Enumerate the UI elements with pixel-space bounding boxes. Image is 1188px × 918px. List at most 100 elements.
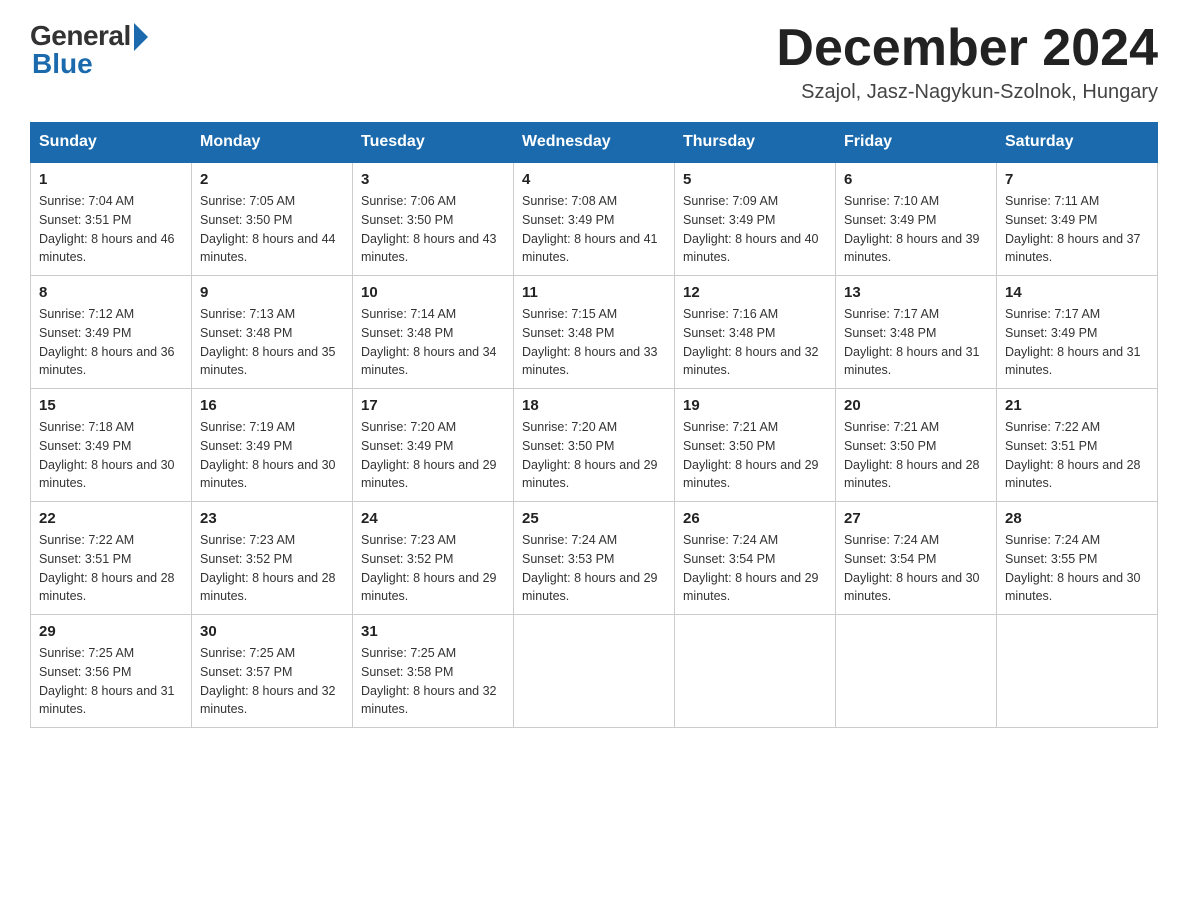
calendar-cell: 25 Sunrise: 7:24 AMSunset: 3:53 PMDayligh…	[514, 502, 675, 615]
calendar-cell: 19 Sunrise: 7:21 AMSunset: 3:50 PMDayligh…	[675, 389, 836, 502]
day-number: 5	[683, 171, 827, 188]
calendar-header-wednesday: Wednesday	[514, 123, 675, 163]
calendar-cell: 28 Sunrise: 7:24 AMSunset: 3:55 PMDayligh…	[997, 502, 1158, 615]
calendar-week-row: 29 Sunrise: 7:25 AMSunset: 3:56 PMDayligh…	[31, 615, 1158, 728]
day-number: 31	[361, 623, 505, 640]
day-number: 25	[522, 510, 666, 527]
day-info: Sunrise: 7:25 AMSunset: 3:58 PMDaylight:…	[361, 644, 505, 719]
calendar-cell: 17 Sunrise: 7:20 AMSunset: 3:49 PMDayligh…	[353, 389, 514, 502]
calendar-cell: 23 Sunrise: 7:23 AMSunset: 3:52 PMDayligh…	[192, 502, 353, 615]
day-number: 16	[200, 397, 344, 414]
day-info: Sunrise: 7:21 AMSunset: 3:50 PMDaylight:…	[844, 418, 988, 493]
day-info: Sunrise: 7:20 AMSunset: 3:50 PMDaylight:…	[522, 418, 666, 493]
calendar-cell: 14 Sunrise: 7:17 AMSunset: 3:49 PMDayligh…	[997, 276, 1158, 389]
day-number: 24	[361, 510, 505, 527]
day-number: 22	[39, 510, 183, 527]
calendar-header-monday: Monday	[192, 123, 353, 163]
day-number: 6	[844, 171, 988, 188]
day-info: Sunrise: 7:18 AMSunset: 3:49 PMDaylight:…	[39, 418, 183, 493]
day-info: Sunrise: 7:06 AMSunset: 3:50 PMDaylight:…	[361, 192, 505, 267]
calendar-cell: 24 Sunrise: 7:23 AMSunset: 3:52 PMDayligh…	[353, 502, 514, 615]
calendar-cell: 21Sunrise: 7:22 AMSunset: 3:51 PMDayligh…	[997, 389, 1158, 502]
calendar-cell	[514, 615, 675, 728]
calendar-cell: 12 Sunrise: 7:16 AMSunset: 3:48 PMDayligh…	[675, 276, 836, 389]
day-number: 14	[1005, 284, 1149, 301]
day-number: 7	[1005, 171, 1149, 188]
calendar-week-row: 22 Sunrise: 7:22 AMSunset: 3:51 PMDayligh…	[31, 502, 1158, 615]
day-info: Sunrise: 7:21 AMSunset: 3:50 PMDaylight:…	[683, 418, 827, 493]
calendar-cell: 11 Sunrise: 7:15 AMSunset: 3:48 PMDayligh…	[514, 276, 675, 389]
day-info: Sunrise: 7:13 AMSunset: 3:48 PMDaylight:…	[200, 305, 344, 380]
day-number: 12	[683, 284, 827, 301]
day-info: Sunrise: 7:24 AMSunset: 3:53 PMDaylight:…	[522, 531, 666, 606]
calendar-header-friday: Friday	[836, 123, 997, 163]
calendar-table: SundayMondayTuesdayWednesdayThursdayFrid…	[30, 122, 1158, 728]
header-right: December 2024 Szajol, Jasz-Nagykun-Szoln…	[776, 20, 1158, 104]
day-info: Sunrise: 7:17 AMSunset: 3:49 PMDaylight:…	[1005, 305, 1149, 380]
page-header: General Blue December 2024 Szajol, Jasz-…	[30, 20, 1158, 104]
calendar-cell: 18Sunrise: 7:20 AMSunset: 3:50 PMDayligh…	[514, 389, 675, 502]
logo-arrow-icon	[134, 23, 148, 51]
location: Szajol, Jasz-Nagykun-Szolnok, Hungary	[776, 81, 1158, 104]
day-number: 4	[522, 171, 666, 188]
day-number: 19	[683, 397, 827, 414]
day-info: Sunrise: 7:11 AMSunset: 3:49 PMDaylight:…	[1005, 192, 1149, 267]
calendar-header-thursday: Thursday	[675, 123, 836, 163]
day-number: 2	[200, 171, 344, 188]
day-number: 3	[361, 171, 505, 188]
day-number: 27	[844, 510, 988, 527]
calendar-cell: 9Sunrise: 7:13 AMSunset: 3:48 PMDaylight…	[192, 276, 353, 389]
day-info: Sunrise: 7:24 AMSunset: 3:54 PMDaylight:…	[683, 531, 827, 606]
calendar-cell: 5Sunrise: 7:09 AMSunset: 3:49 PMDaylight…	[675, 162, 836, 276]
calendar-header-saturday: Saturday	[997, 123, 1158, 163]
calendar-cell: 13 Sunrise: 7:17 AMSunset: 3:48 PMDayligh…	[836, 276, 997, 389]
day-info: Sunrise: 7:24 AMSunset: 3:54 PMDaylight:…	[844, 531, 988, 606]
calendar-cell: 7 Sunrise: 7:11 AMSunset: 3:49 PMDaylight…	[997, 162, 1158, 276]
day-info: Sunrise: 7:23 AMSunset: 3:52 PMDaylight:…	[361, 531, 505, 606]
day-number: 28	[1005, 510, 1149, 527]
day-number: 30	[200, 623, 344, 640]
calendar-cell: 8 Sunrise: 7:12 AMSunset: 3:49 PMDaylight…	[31, 276, 192, 389]
day-info: Sunrise: 7:25 AMSunset: 3:57 PMDaylight:…	[200, 644, 344, 719]
day-info: Sunrise: 7:22 AMSunset: 3:51 PMDaylight:…	[1005, 418, 1149, 493]
day-info: Sunrise: 7:23 AMSunset: 3:52 PMDaylight:…	[200, 531, 344, 606]
day-info: Sunrise: 7:22 AMSunset: 3:51 PMDaylight:…	[39, 531, 183, 606]
day-info: Sunrise: 7:25 AMSunset: 3:56 PMDaylight:…	[39, 644, 183, 719]
calendar-cell: 3 Sunrise: 7:06 AMSunset: 3:50 PMDaylight…	[353, 162, 514, 276]
calendar-cell: 10 Sunrise: 7:14 AMSunset: 3:48 PMDayligh…	[353, 276, 514, 389]
calendar-cell: 26Sunrise: 7:24 AMSunset: 3:54 PMDayligh…	[675, 502, 836, 615]
logo-blue-text: Blue	[30, 48, 93, 80]
day-info: Sunrise: 7:10 AMSunset: 3:49 PMDaylight:…	[844, 192, 988, 267]
day-number: 13	[844, 284, 988, 301]
calendar-cell: 27 Sunrise: 7:24 AMSunset: 3:54 PMDayligh…	[836, 502, 997, 615]
day-number: 11	[522, 284, 666, 301]
day-info: Sunrise: 7:24 AMSunset: 3:55 PMDaylight:…	[1005, 531, 1149, 606]
calendar-week-row: 15Sunrise: 7:18 AMSunset: 3:49 PMDayligh…	[31, 389, 1158, 502]
day-info: Sunrise: 7:20 AMSunset: 3:49 PMDaylight:…	[361, 418, 505, 493]
day-info: Sunrise: 7:14 AMSunset: 3:48 PMDaylight:…	[361, 305, 505, 380]
day-info: Sunrise: 7:12 AMSunset: 3:49 PMDaylight:…	[39, 305, 183, 380]
calendar-cell: 4Sunrise: 7:08 AMSunset: 3:49 PMDaylight…	[514, 162, 675, 276]
day-info: Sunrise: 7:17 AMSunset: 3:48 PMDaylight:…	[844, 305, 988, 380]
calendar-header-tuesday: Tuesday	[353, 123, 514, 163]
day-info: Sunrise: 7:19 AMSunset: 3:49 PMDaylight:…	[200, 418, 344, 493]
day-number: 8	[39, 284, 183, 301]
day-number: 17	[361, 397, 505, 414]
day-info: Sunrise: 7:04 AMSunset: 3:51 PMDaylight:…	[39, 192, 183, 267]
day-info: Sunrise: 7:15 AMSunset: 3:48 PMDaylight:…	[522, 305, 666, 380]
day-number: 1	[39, 171, 183, 188]
calendar-cell: 22 Sunrise: 7:22 AMSunset: 3:51 PMDayligh…	[31, 502, 192, 615]
calendar-cell: 31 Sunrise: 7:25 AMSunset: 3:58 PMDayligh…	[353, 615, 514, 728]
day-number: 23	[200, 510, 344, 527]
calendar-header-row: SundayMondayTuesdayWednesdayThursdayFrid…	[31, 123, 1158, 163]
day-number: 29	[39, 623, 183, 640]
day-info: Sunrise: 7:16 AMSunset: 3:48 PMDaylight:…	[683, 305, 827, 380]
calendar-cell	[675, 615, 836, 728]
calendar-cell: 20Sunrise: 7:21 AMSunset: 3:50 PMDayligh…	[836, 389, 997, 502]
day-number: 10	[361, 284, 505, 301]
calendar-cell	[997, 615, 1158, 728]
day-info: Sunrise: 7:05 AMSunset: 3:50 PMDaylight:…	[200, 192, 344, 267]
calendar-cell: 30 Sunrise: 7:25 AMSunset: 3:57 PMDayligh…	[192, 615, 353, 728]
calendar-cell: 29 Sunrise: 7:25 AMSunset: 3:56 PMDayligh…	[31, 615, 192, 728]
calendar-header-sunday: Sunday	[31, 123, 192, 163]
